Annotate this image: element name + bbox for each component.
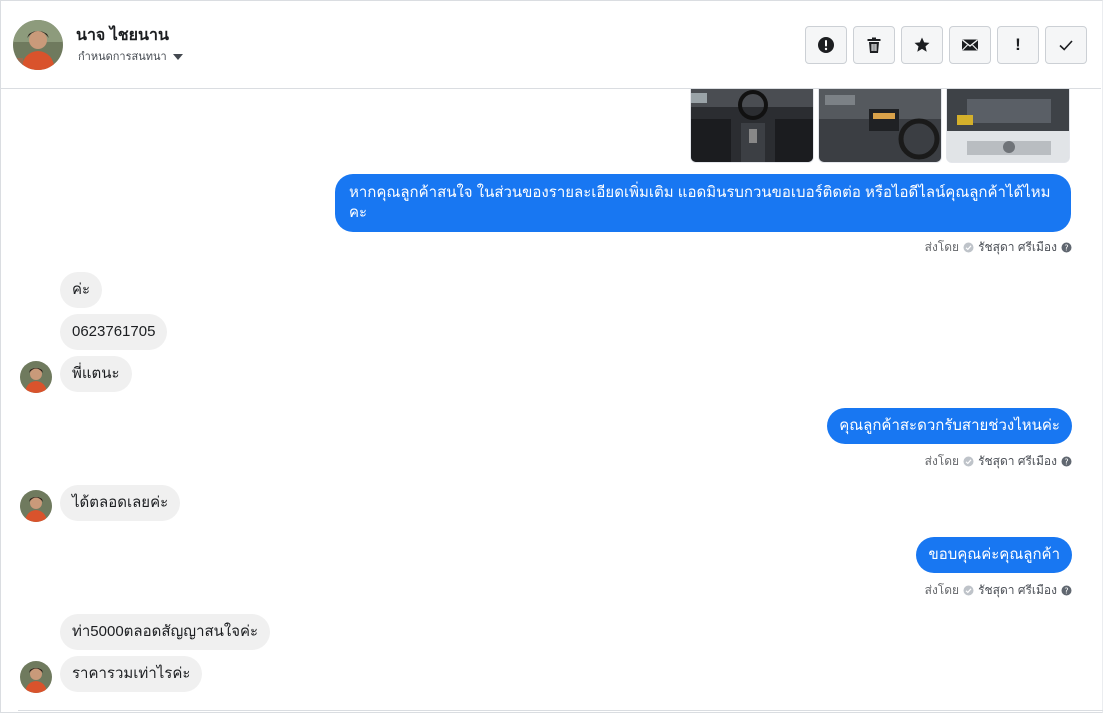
- sent-status-icon: [963, 585, 974, 596]
- image-attachment[interactable]: [690, 89, 814, 163]
- sent-status-icon: [963, 242, 974, 253]
- sent-by-prefix: ส่งโดย: [924, 583, 960, 597]
- conversation-header: นาจ ไชยนาน กำหนดการสนทนา !: [1, 1, 1101, 89]
- contact-avatar-small: [20, 490, 52, 522]
- delete-button[interactable]: [853, 26, 895, 64]
- contact-avatar-small: [20, 361, 52, 393]
- agent-name[interactable]: รัชสุดา ศรีเมือง: [978, 581, 1057, 600]
- help-icon[interactable]: ?: [1061, 585, 1072, 596]
- star-icon: [914, 37, 930, 52]
- agent-name[interactable]: รัชสุดา ศรีเมือง: [978, 452, 1057, 471]
- sent-status-icon: [963, 456, 974, 467]
- header-actions: !: [805, 26, 1087, 64]
- outgoing-message[interactable]: หากคุณลูกค้าสนใจ ในส่วนของรายละเอียดเพิ่…: [335, 174, 1071, 232]
- car-engine-image: [947, 89, 1069, 162]
- contact-name[interactable]: นาจ ไชยนาน: [76, 23, 169, 48]
- help-icon[interactable]: ?: [1061, 456, 1072, 467]
- incoming-message[interactable]: ค่ะ: [60, 272, 103, 308]
- agent-name[interactable]: รัชสุดา ศรีเมือง: [978, 238, 1057, 257]
- mark-unread-button[interactable]: [949, 26, 991, 64]
- check-icon: [1059, 40, 1073, 51]
- done-button[interactable]: [1045, 26, 1087, 64]
- car-dashboard-image: [819, 89, 941, 162]
- trash-icon: [867, 37, 881, 53]
- sent-by-label: ส่งโดย รัชสุดา ศรีเมือง ?: [925, 238, 1072, 257]
- outgoing-message[interactable]: คุณลูกค้าสะดวกรับสายช่วงไหนค่ะ: [827, 408, 1072, 444]
- contact-avatar[interactable]: [13, 20, 63, 70]
- contact-avatar-small: [20, 661, 52, 693]
- sent-by-prefix: ส่งโดย: [924, 240, 960, 254]
- caret-down-icon: [172, 53, 183, 60]
- report-button[interactable]: [805, 26, 847, 64]
- image-attachment[interactable]: [818, 89, 942, 163]
- sent-by-prefix: ส่งโดย: [924, 454, 960, 468]
- conversation-settings-label: กำหนดการสนทนา: [78, 51, 167, 63]
- incoming-message[interactable]: พี่แตนะ: [60, 356, 132, 392]
- alert-circle-icon: [818, 37, 834, 53]
- help-icon[interactable]: ?: [1061, 242, 1072, 253]
- conversation-settings-dropdown[interactable]: กำหนดการสนทนา: [78, 47, 183, 65]
- incoming-message[interactable]: ท่า5000ตลอดสัญญาสนใจค่ะ: [60, 614, 271, 650]
- svg-text:?: ?: [1064, 457, 1068, 466]
- car-interior-image: [691, 89, 813, 162]
- svg-text:?: ?: [1064, 586, 1068, 595]
- incoming-message[interactable]: 0623761705: [60, 314, 168, 350]
- spam-button[interactable]: !: [997, 26, 1039, 64]
- sent-by-label: ส่งโดย รัชสุดา ศรีเมือง ?: [925, 581, 1072, 600]
- envelope-icon: [962, 39, 978, 51]
- svg-text:?: ?: [1064, 243, 1068, 252]
- sent-by-label: ส่งโดย รัชสุดา ศรีเมือง ?: [925, 452, 1072, 471]
- composer-divider: [18, 710, 1103, 711]
- incoming-message[interactable]: ได้ตลอดเลยค่ะ: [60, 485, 181, 521]
- image-attachment[interactable]: [946, 89, 1070, 163]
- outgoing-message[interactable]: ขอบคุณค่ะคุณลูกค้า: [916, 537, 1072, 573]
- incoming-message[interactable]: ราคารวมเท่าไรค่ะ: [60, 656, 203, 692]
- star-button[interactable]: [901, 26, 943, 64]
- exclamation-icon: !: [1015, 35, 1021, 54]
